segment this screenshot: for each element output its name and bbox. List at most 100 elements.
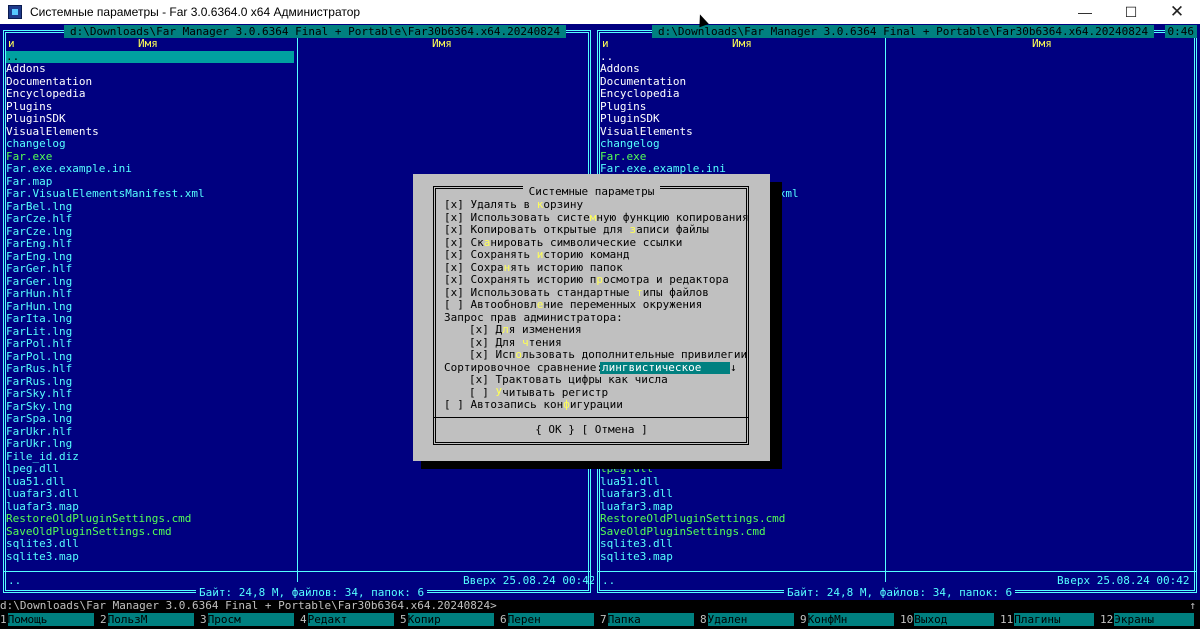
file-list-item[interactable]: lua51.dll [600,476,888,489]
combobox-arrow-icon[interactable]: ↓ [730,361,737,375]
file-list-item[interactable]: lua51.dll [6,476,294,489]
checkbox[interactable]: [x] [444,286,464,299]
checkbox[interactable]: [x] [444,248,464,261]
file-list-item[interactable]: changelog [600,138,888,151]
checkbox[interactable]: [x] [444,261,464,274]
function-key-1[interactable]: 1 Помощь [0,613,100,626]
function-key-10[interactable]: 10 Выход [900,613,1000,626]
file-list-item[interactable]: FarSpa.lng [6,413,294,426]
sort-compare-combobox[interactable]: лингвистическое [600,361,730,374]
file-list-item[interactable]: sqlite3.map [600,551,888,564]
file-list-item[interactable]: luafar3.map [6,501,294,514]
file-list-item[interactable]: Documentation [600,76,888,89]
file-list-item[interactable]: FarHun.hlf [6,288,294,301]
file-list-item[interactable]: FarPol.hlf [6,338,294,351]
checkbox[interactable]: [ ] [469,386,489,399]
checkbox[interactable]: [x] [444,198,464,211]
file-list-item[interactable]: luafar3.dll [600,488,888,501]
column-header-n[interactable]: и [8,37,15,51]
minimize-button[interactable]: — [1062,0,1108,24]
file-list-item[interactable]: Far.exe [600,151,888,164]
command-line[interactable]: d:\Downloads\Far Manager 3.0.6364 Final … [0,600,1200,612]
file-list-item[interactable]: Encyclopedia [600,88,888,101]
file-list-item[interactable]: sqlite3.dll [6,538,294,551]
checkbox[interactable]: [ ] [444,298,464,311]
file-list-item[interactable]: FarGer.hlf [6,263,294,276]
function-key-8[interactable]: 8 Удален [700,613,800,626]
checkbox[interactable]: [x] [444,273,464,286]
file-list-item[interactable]: FarUkr.hlf [6,426,294,439]
function-key-3[interactable]: 3 Просм [200,613,300,626]
file-list-item[interactable]: RestoreOldPluginSettings.cmd [600,513,888,526]
file-list-item[interactable]: FarUkr.lng [6,438,294,451]
function-key-7[interactable]: 7 Папка [600,613,700,626]
column-header-name-2[interactable]: Имя [1032,37,1052,51]
file-list-item[interactable]: FarLit.lng [6,326,294,339]
checkbox[interactable]: [x] [444,236,464,249]
file-list-item[interactable]: FarRus.hlf [6,363,294,376]
scroll-up-icon[interactable]: ↑ [1189,600,1196,612]
function-key-5[interactable]: 5 Копир [400,613,500,626]
function-key-6[interactable]: 6 Перен [500,613,600,626]
function-key-2[interactable]: 2 ПользМ [100,613,200,626]
file-list-item[interactable]: FarEng.hlf [6,238,294,251]
checkbox[interactable]: [x] [469,348,489,361]
file-list-item[interactable]: FarPol.lng [6,351,294,364]
file-list-item[interactable]: Plugins [6,101,294,114]
cancel-button[interactable]: [ Отмена ] [582,423,648,436]
checkbox[interactable]: [x] [444,211,464,224]
ok-button[interactable]: { OK } [535,423,575,436]
file-list-item[interactable]: Addons [6,63,294,76]
file-list-item[interactable]: FarCze.hlf [6,213,294,226]
file-list-item[interactable]: FarGer.lng [6,276,294,289]
function-key-4[interactable]: 4 Редакт [300,613,400,626]
checkbox[interactable]: [x] [469,336,489,349]
file-list-item[interactable]: PluginSDK [600,113,888,126]
file-list-item[interactable]: sqlite3.dll [600,538,888,551]
file-list-item[interactable]: sqlite3.map [6,551,294,564]
option-checkbox[interactable]: [ ] Автообновление переменных окружения [444,298,702,312]
file-list-item[interactable]: FarBel.lng [6,201,294,214]
file-list-item[interactable]: FarCze.lng [6,226,294,239]
file-list-item[interactable]: VisualElements [600,126,888,139]
file-list-item[interactable]: luafar3.map [600,501,888,514]
checkbox[interactable]: [x] [469,373,489,386]
admin-option-checkbox[interactable]: [x] Использовать дополнительные привилег… [469,348,747,362]
file-list-item[interactable]: SaveOldPluginSettings.cmd [600,526,888,539]
file-list-item[interactable]: PluginSDK [6,113,294,126]
checkbox[interactable]: [x] [469,323,489,336]
file-list-item[interactable]: luafar3.dll [6,488,294,501]
file-list-item[interactable]: changelog [6,138,294,151]
file-list-item[interactable]: Far.map [6,176,294,189]
autosave-config-checkbox[interactable]: [ ] Автозапись конфигурации [444,398,623,412]
file-list-item[interactable]: lpeg.dll [6,463,294,476]
file-list-item[interactable]: FarEng.lng [6,251,294,264]
file-list-item[interactable]: Plugins [600,101,888,114]
file-list-item[interactable]: .. [600,51,888,64]
file-list-item[interactable]: Documentation [6,76,294,89]
file-list-item[interactable]: FarSky.lng [6,401,294,414]
file-list-item[interactable]: Far.VisualElementsManifest.xml [6,188,294,201]
maximize-button[interactable]: ☐ [1108,0,1154,24]
file-list-item[interactable]: Far.exe.example.ini [6,163,294,176]
column-header-name[interactable]: Имя [732,37,752,51]
file-list-item[interactable]: SaveOldPluginSettings.cmd [6,526,294,539]
system-settings-dialog[interactable]: Системные параметры [x] Удалять в корзин… [413,174,770,461]
function-key-11[interactable]: 11 Плагины [1000,613,1100,626]
close-button[interactable]: ✕ [1154,0,1200,24]
function-key-9[interactable]: 9 КонфМн [800,613,900,626]
column-header-name-2[interactable]: Имя [432,37,452,51]
file-list-item[interactable]: VisualElements [6,126,294,139]
file-list-item[interactable]: Far.exe [6,151,294,164]
column-header-name[interactable]: Имя [138,37,158,51]
file-list-item[interactable]: Addons [600,63,888,76]
column-header-n[interactable]: и [602,37,609,51]
panel-path[interactable]: d:\Downloads\Far Manager 3.0.6364 Final … [652,25,1155,38]
checkbox[interactable]: [x] [444,223,464,236]
file-list-item[interactable]: .. [6,50,294,63]
file-list-item[interactable]: FarIta.lng [6,313,294,326]
file-list-item[interactable]: FarHun.lng [6,301,294,314]
file-list-item[interactable]: FarSky.hlf [6,388,294,401]
function-key-12[interactable]: 12 Экраны [1100,613,1200,626]
file-list-item[interactable]: RestoreOldPluginSettings.cmd [6,513,294,526]
